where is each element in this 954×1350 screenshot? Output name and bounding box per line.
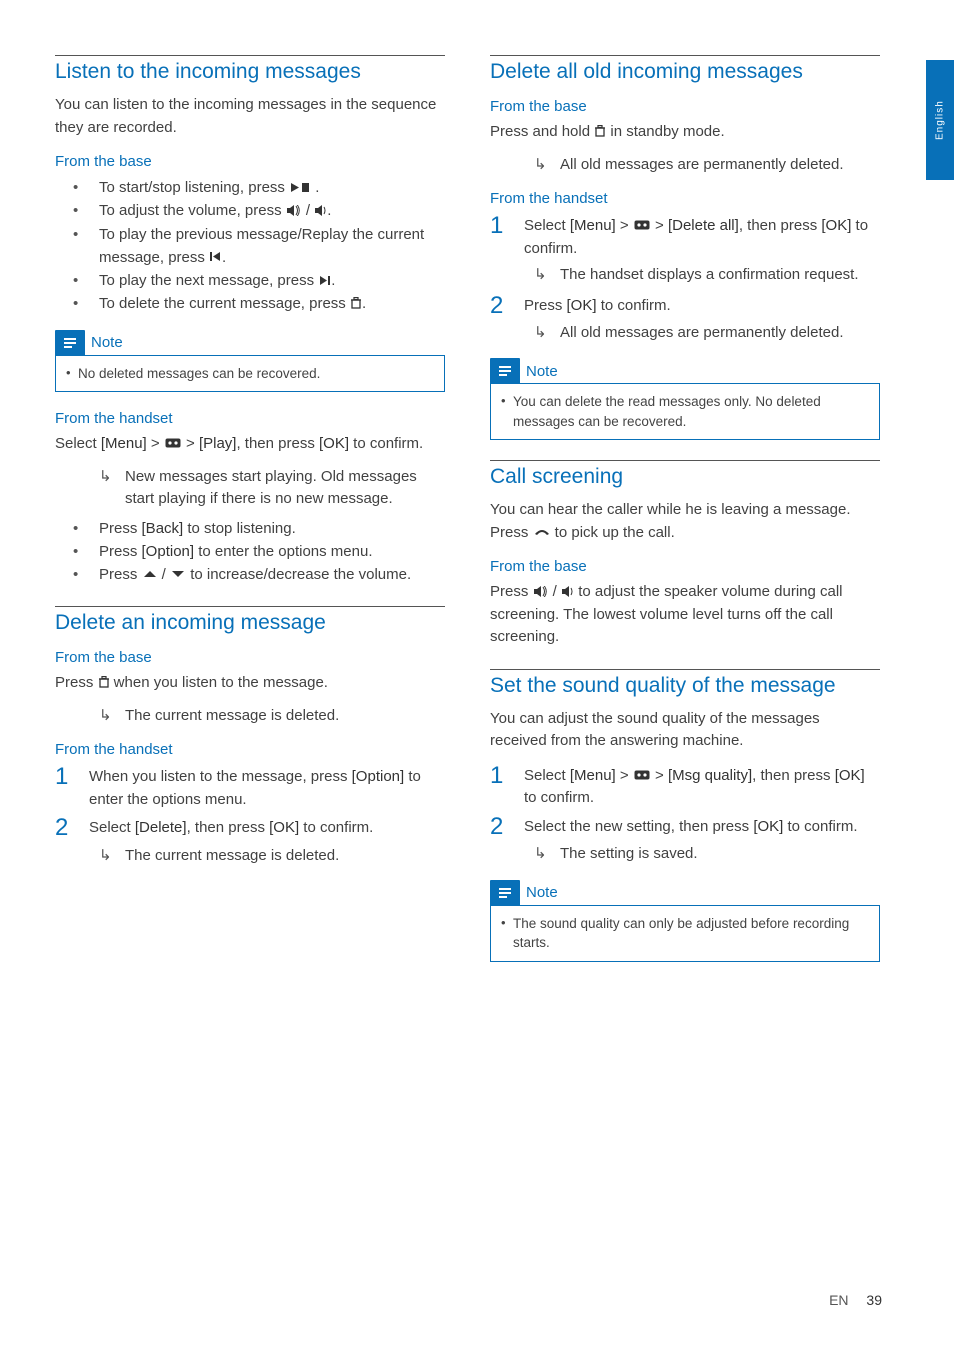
list-item: To start/stop listening, press . [55, 176, 445, 199]
note-icon [490, 358, 520, 384]
intro-text: You can listen to the incoming messages … [55, 94, 445, 139]
note-label: Note [526, 363, 558, 380]
tape-icon [164, 437, 182, 450]
left-column: Listen to the incoming messages You can … [55, 55, 445, 1310]
result-arrow-icon: ↳ [534, 264, 560, 285]
heading-delete-one: Delete an incoming message [55, 606, 445, 635]
volume-up-icon [533, 585, 549, 598]
footer-lang: EN [829, 1292, 848, 1308]
result-line: ↳ The setting is saved. [490, 843, 880, 866]
result-arrow-icon: ↳ [534, 843, 560, 864]
footer-page-number: 39 [866, 1292, 882, 1308]
base-instruction: Press and hold in standby mode. [490, 121, 880, 144]
result-line: ↳ The current message is deleted. [55, 845, 445, 868]
heading-delete-all: Delete all old incoming messages [490, 55, 880, 84]
page-footer: EN 39 [829, 1292, 882, 1308]
intro-text: You can adjust the sound quality of the … [490, 708, 880, 753]
numbered-steps: 1 Select [Menu] > > [Delete all], then p… [490, 213, 880, 344]
note-icon [490, 880, 520, 906]
note-box: Note You can delete the read messages on… [490, 358, 880, 440]
note-box: Note The sound quality can only be adjus… [490, 880, 880, 962]
result-arrow-icon: ↳ [99, 466, 125, 487]
list-item: Press [Option] to enter the options menu… [55, 540, 445, 563]
subhead-from-handset: From the handset [490, 190, 880, 207]
base-instruction: Press / to adjust the speaker volume dur… [490, 581, 880, 649]
page-content: Listen to the incoming messages You can … [0, 0, 954, 1350]
handset-bullets: Press [Back] to stop listening. Press [O… [55, 517, 445, 587]
result-arrow-icon: ↳ [99, 845, 125, 866]
down-arrow-icon [170, 568, 186, 581]
volume-down-icon [314, 204, 327, 217]
right-column: Delete all old incoming messages From th… [490, 55, 880, 1310]
volume-down-icon [561, 585, 574, 598]
note-text: You can delete the read messages only. N… [499, 392, 869, 431]
list-item: Press [Back] to stop listening. [55, 517, 445, 540]
subhead-from-base: From the base [490, 98, 880, 115]
subhead-from-handset: From the handset [55, 410, 445, 427]
result-arrow-icon: ↳ [534, 322, 560, 343]
trash-icon [594, 124, 606, 138]
step-2: 2 Select [Delete], then press [OK] to co… [55, 815, 445, 840]
step-1: 1 When you listen to the message, press … [55, 764, 445, 811]
subhead-from-base: From the base [55, 153, 445, 170]
base-instructions: To start/stop listening, press . To adju… [55, 176, 445, 316]
heading-call-screening: Call screening [490, 460, 880, 489]
result-line: ↳ The current message is deleted. [55, 705, 445, 728]
numbered-steps: 1 When you listen to the message, press … [55, 764, 445, 867]
result-line: ↳ All old messages are permanently delet… [490, 322, 880, 345]
note-label: Note [526, 884, 558, 901]
handset-instruction: Select [Menu] > > [Play], then press [OK… [55, 433, 445, 456]
result-line: ↳ New messages start playing. Old messag… [55, 466, 445, 511]
note-label: Note [91, 334, 123, 351]
pickup-icon [533, 525, 551, 538]
previous-icon [209, 250, 222, 263]
step-2: 2 Select the new setting, then press [OK… [490, 814, 880, 839]
up-arrow-icon [142, 568, 158, 581]
note-box: Note No deleted messages can be recovere… [55, 330, 445, 393]
list-item: Press / to increase/decrease the volume. [55, 563, 445, 586]
result-line: ↳ The handset displays a confirmation re… [490, 264, 880, 287]
tape-icon [633, 768, 651, 781]
subhead-from-base: From the base [490, 558, 880, 575]
subhead-from-base: From the base [55, 649, 445, 666]
base-instruction: Press when you listen to the message. [55, 672, 445, 695]
result-arrow-icon: ↳ [534, 154, 560, 175]
list-item: To play the previous message/Replay the … [55, 223, 445, 270]
trash-icon [98, 676, 110, 690]
heading-listen: Listen to the incoming messages [55, 55, 445, 84]
volume-up-icon [286, 204, 302, 217]
numbered-steps: 1 Select [Menu] > > [Msg quality], then … [490, 763, 880, 866]
heading-sound-quality: Set the sound quality of the message [490, 669, 880, 698]
step-2: 2 Press [OK] to confirm. [490, 293, 880, 318]
list-item: To adjust the volume, press / . [55, 199, 445, 222]
result-line: ↳ All old messages are permanently delet… [490, 154, 880, 177]
result-arrow-icon: ↳ [99, 705, 125, 726]
trash-icon [350, 297, 362, 311]
intro-text: You can hear the caller while he is leav… [490, 499, 880, 544]
note-icon [55, 330, 85, 356]
next-icon [318, 274, 331, 287]
list-item: To play the next message, press . [55, 269, 445, 292]
step-1: 1 Select [Menu] > > [Msg quality], then … [490, 763, 880, 810]
list-item: To delete the current message, press . [55, 292, 445, 315]
note-text: No deleted messages can be recovered. [64, 364, 434, 384]
subhead-from-handset: From the handset [55, 741, 445, 758]
tape-icon [633, 219, 651, 232]
note-text: The sound quality can only be adjusted b… [499, 914, 869, 953]
play-stop-icon [289, 181, 311, 194]
step-1: 1 Select [Menu] > > [Delete all], then p… [490, 213, 880, 260]
